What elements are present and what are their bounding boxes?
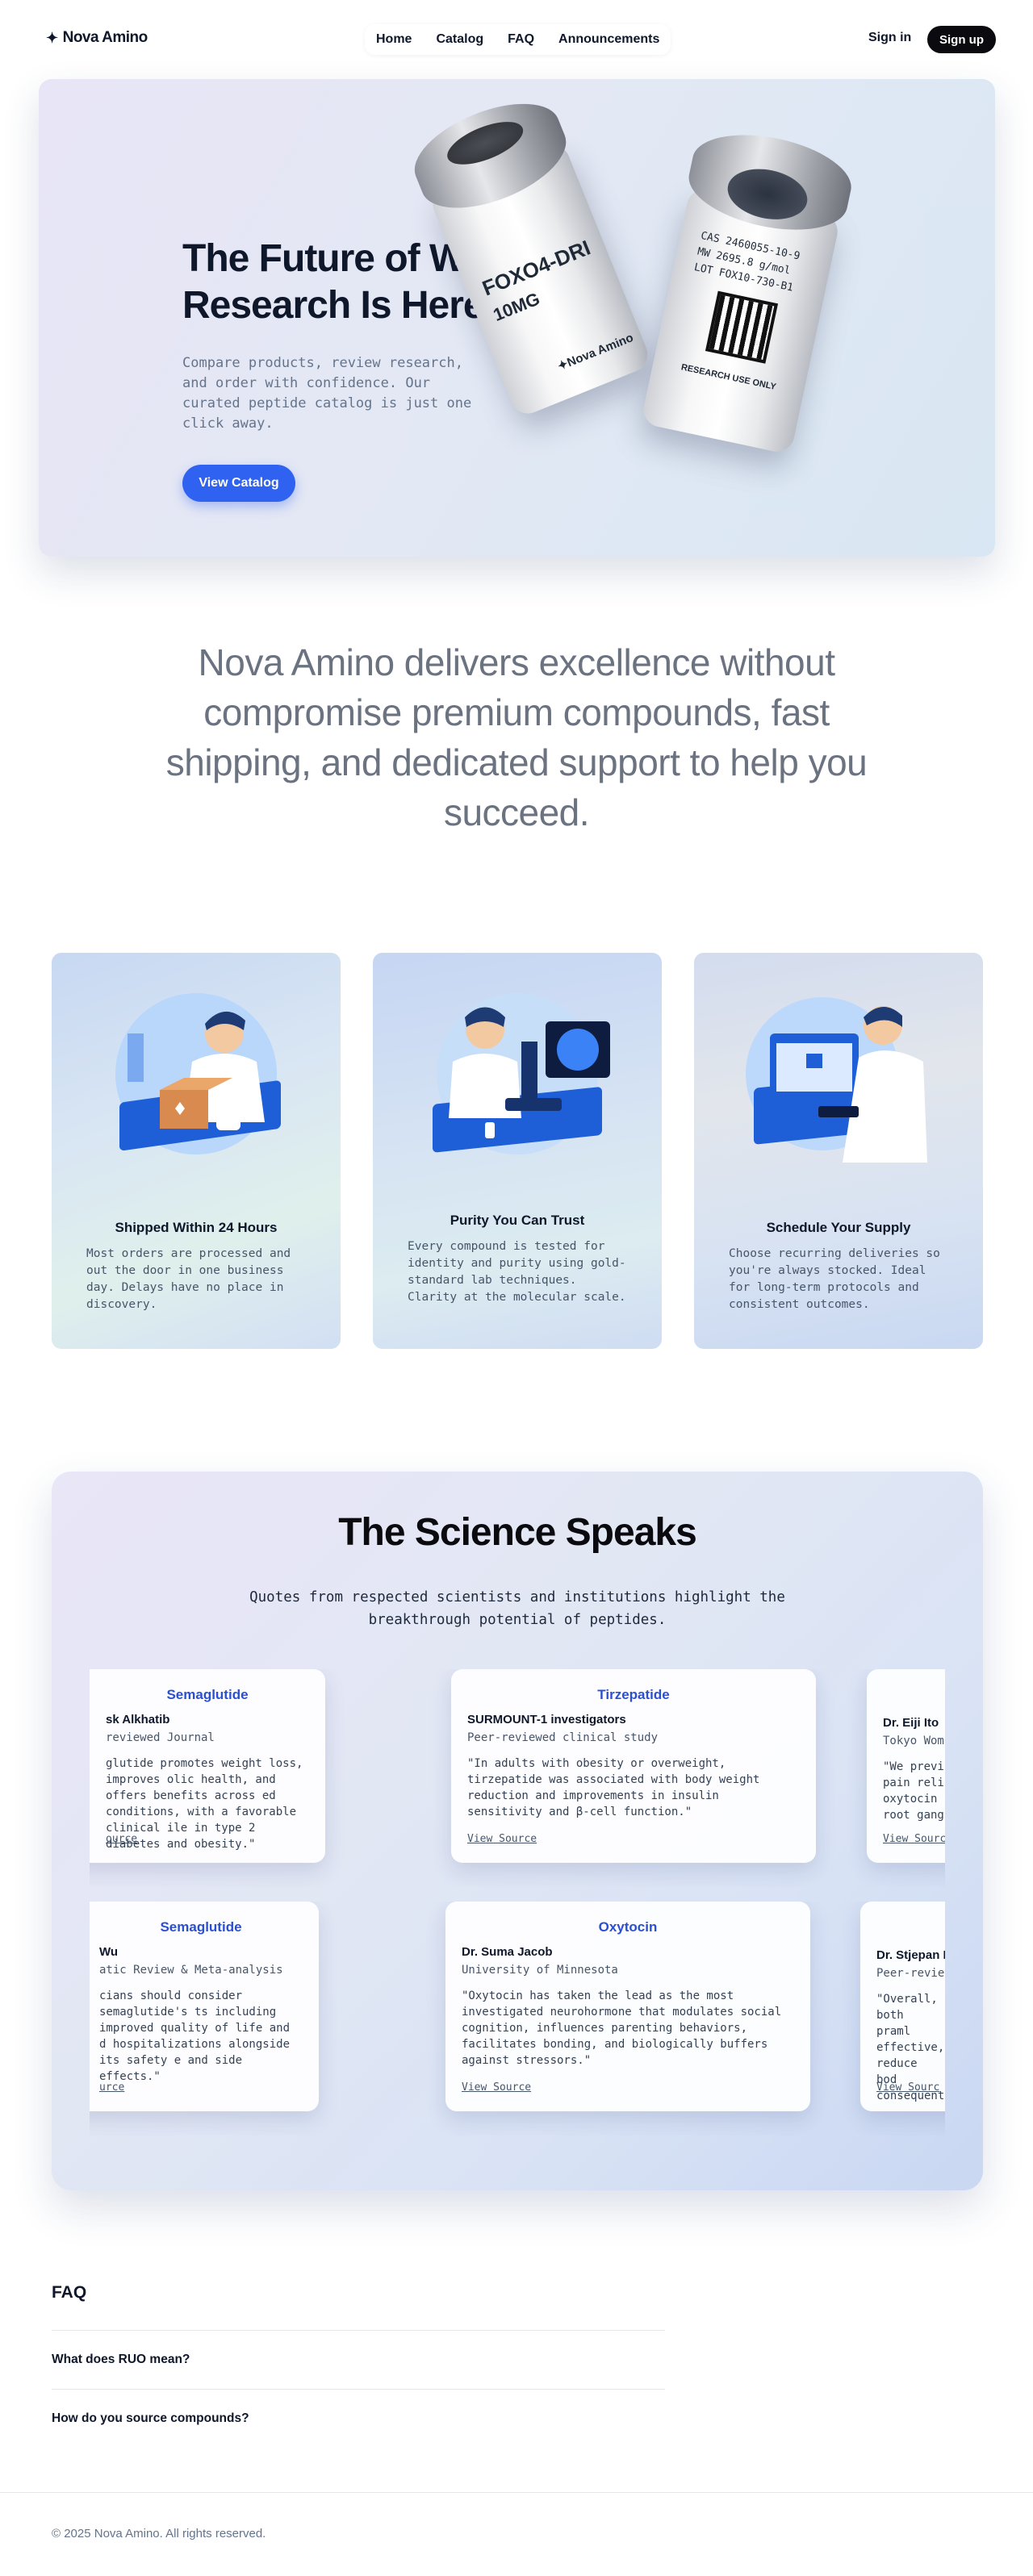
- quote-source: atic Review & Meta-analysis: [99, 1964, 283, 1977]
- quote-source: University of Minnesota: [462, 1964, 618, 1977]
- quote-source: Peer-reviewed clinical study: [467, 1731, 659, 1744]
- quote-card: Dr. Stjepan I Peer-revie "Overall, both …: [860, 1902, 945, 2111]
- view-source-link[interactable]: View Sourc: [883, 1833, 945, 1845]
- scientist-calendar-illustration: [746, 997, 927, 1163]
- view-catalog-button[interactable]: View Catalog: [182, 465, 295, 502]
- view-source-link[interactable]: View Sourc: [876, 2081, 939, 2094]
- top-navbar: ✦ Nova Amino Home Catalog FAQ Announceme…: [0, 0, 1033, 77]
- quote-source: Peer-revie: [876, 1967, 945, 1980]
- feature-description: Most orders are processed and out the do…: [86, 1247, 291, 1311]
- quote-card: Tirzepatide SURMOUNT-1 investigators Pee…: [451, 1669, 816, 1863]
- qr-code-icon: [705, 290, 779, 364]
- faq-title: FAQ: [52, 2283, 87, 2302]
- quote-author: Dr. Stjepan I: [876, 1948, 945, 1962]
- quote-drug: Oxytocin: [598, 1919, 658, 1935]
- brand-name: Nova Amino: [62, 29, 148, 46]
- faq-item-sourcing[interactable]: How do you source compounds?: [52, 2389, 665, 2448]
- sparkle-icon: ✦: [46, 29, 58, 46]
- scientist-packing-box-illustration: [115, 993, 281, 1154]
- quote-drug: Tirzepatide: [597, 1687, 670, 1702]
- value-statement: Nova Amino delivers excellence without c…: [165, 641, 868, 833]
- quote-text: "Oxytocin has taken the lead as the most…: [462, 1989, 782, 2067]
- science-subtitle: Quotes from respected scientists and ins…: [249, 1589, 785, 1628]
- nav-link-faq[interactable]: FAQ: [508, 32, 534, 47]
- quote-author: sk Alkhatib: [106, 1713, 170, 1726]
- product-vial-label: CAS 2460055-10-9 MW 2695.8 g/mol LOT FOX…: [617, 88, 877, 498]
- feature-card-shipping: Shipped Within 24 Hours Most orders are …: [52, 953, 341, 1349]
- quote-card: Oxytocin Dr. Suma Jacob University of Mi…: [445, 1902, 810, 2111]
- faq-item-ruo[interactable]: What does RUO mean?: [52, 2330, 665, 2389]
- quote-card: Semaglutide sk Alkhatib reviewed Journal…: [90, 1669, 325, 1863]
- view-source-link[interactable]: View Source: [467, 1833, 537, 1845]
- feature-description: Every compound is tested for identity an…: [408, 1240, 626, 1304]
- nav-link-announcements[interactable]: Announcements: [558, 32, 659, 47]
- quote-card: Dr. Eiji Ito Tokyo Wom "We previ pain re…: [867, 1669, 945, 1863]
- quote-drug: Semaglutide: [166, 1687, 249, 1702]
- main-nav: Home Catalog FAQ Announcements: [365, 24, 671, 55]
- feature-card-purity: Purity You Can Trust Every compound is t…: [373, 953, 662, 1349]
- quote-carousel-row-2[interactable]: Semaglutide Wu atic Review & Meta-analys…: [90, 1902, 945, 2136]
- scientist-microscope-illustration: [433, 993, 610, 1154]
- science-title: The Science Speaks: [338, 1511, 697, 1554]
- quote-text: cians should consider semaglutide's ts i…: [99, 1989, 291, 2083]
- quote-author: Wu: [99, 1945, 119, 1959]
- view-source-link[interactable]: ource: [106, 1833, 137, 1845]
- quote-author: SURMOUNT-1 investigators: [467, 1713, 626, 1726]
- feature-title: Shipped Within 24 Hours: [115, 1220, 278, 1235]
- hero-section: The Future of Wellness Research Is Here …: [39, 79, 995, 557]
- feature-description: Choose recurring deliveries so you're al…: [729, 1247, 940, 1311]
- footer-divider: [0, 2492, 1033, 2493]
- hero-description: Compare products, review research, and o…: [182, 355, 472, 432]
- nav-link-home[interactable]: Home: [376, 32, 412, 47]
- quote-card: Semaglutide Wu atic Review & Meta-analys…: [90, 1902, 319, 2111]
- quote-source: Tokyo Wom: [883, 1735, 944, 1747]
- feature-card-schedule: Schedule Your Supply Choose recurring de…: [694, 953, 983, 1349]
- quote-carousel-row-1[interactable]: Semaglutide sk Alkhatib reviewed Journal…: [90, 1669, 945, 1887]
- logo[interactable]: ✦ Nova Amino: [46, 29, 148, 47]
- science-section: The Science Speaks Quotes from respected…: [52, 1472, 983, 2190]
- view-source-link[interactable]: urce: [99, 2081, 124, 2094]
- feature-title: Purity You Can Trust: [450, 1213, 585, 1228]
- nav-link-catalog[interactable]: Catalog: [436, 32, 483, 47]
- footer-copyright: © 2025 Nova Amino. All rights reserved.: [52, 2527, 266, 2541]
- sign-in-link[interactable]: Sign in: [868, 31, 911, 45]
- quote-author: Dr. Eiji Ito: [883, 1716, 939, 1730]
- sign-up-button[interactable]: Sign up: [927, 26, 996, 53]
- quote-author: Dr. Suma Jacob: [462, 1945, 553, 1959]
- quote-drug: Semaglutide: [160, 1919, 242, 1935]
- quote-text: "In adults with obesity or overweight, t…: [467, 1757, 760, 1818]
- feature-title: Schedule Your Supply: [766, 1220, 911, 1235]
- quote-text: "We previ pain reli oxytocin root gang: [883, 1760, 944, 1822]
- view-source-link[interactable]: View Source: [462, 2081, 531, 2094]
- quote-source: reviewed Journal: [106, 1731, 215, 1744]
